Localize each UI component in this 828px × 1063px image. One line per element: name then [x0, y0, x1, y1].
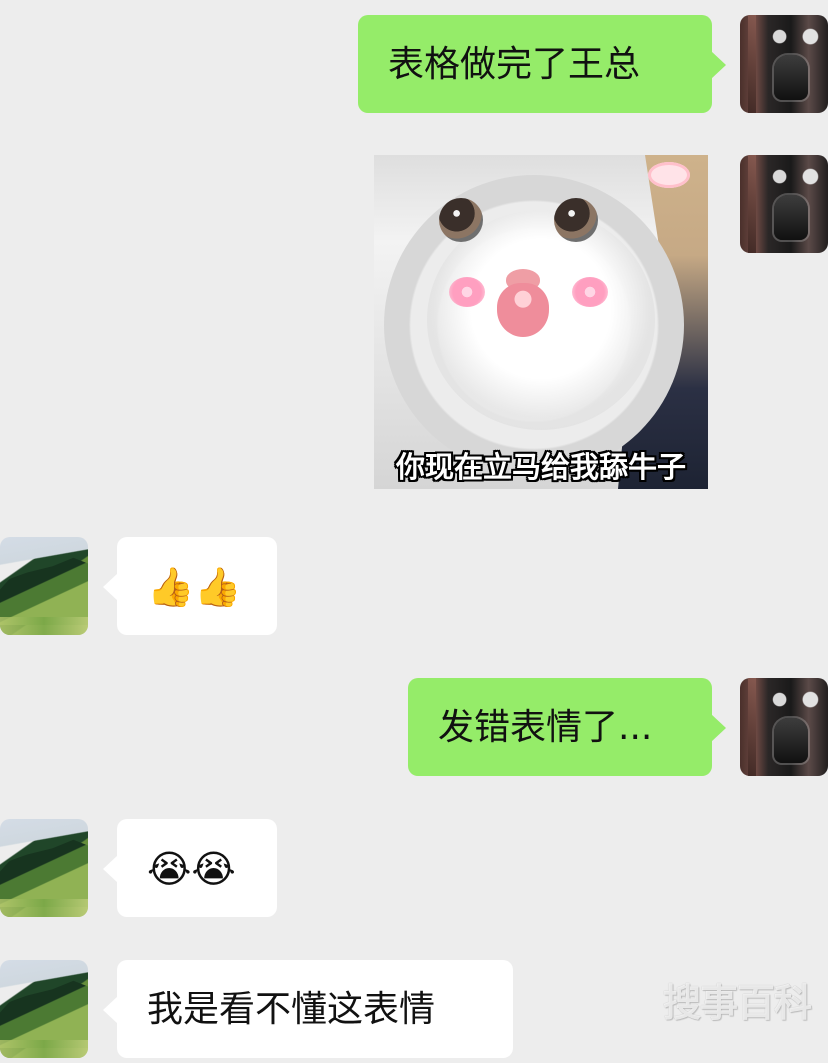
friend-avatar[interactable] — [0, 537, 88, 635]
watermark-logo: 搜事百科 — [663, 981, 812, 1025]
my-avatar[interactable] — [740, 678, 828, 776]
my-avatar[interactable] — [740, 155, 828, 253]
sent-message-bubble[interactable]: 发错表情了... — [408, 678, 726, 776]
friend-avatar[interactable] — [0, 960, 88, 1058]
sent-message-bubble[interactable]: 表格做完了王总 — [358, 15, 726, 113]
bow-icon — [648, 162, 690, 188]
received-emoji-bubble[interactable]: 👍👍 — [103, 537, 277, 635]
cat-tongue — [497, 283, 549, 337]
chat-conversation: 表格做完了王总 你现在立马给我舔牛子 👍👍 发错表情了... 😭😭 我是看不懂这… — [0, 0, 828, 1063]
cat-right-blush — [572, 277, 608, 307]
received-emoji-bubble[interactable]: 😭😭 — [103, 819, 277, 917]
received-message-bubble[interactable]: 我是看不懂这表情 — [103, 960, 513, 1058]
cat-left-eye — [439, 198, 483, 242]
friend-avatar[interactable] — [0, 819, 88, 917]
cat-left-blush — [449, 277, 485, 307]
sticker-caption: 你现在立马给我舔牛子 — [395, 450, 686, 484]
my-avatar[interactable] — [740, 15, 828, 113]
cat-right-eye — [554, 198, 598, 242]
cat-sticker[interactable]: 你现在立马给我舔牛子 — [374, 155, 708, 489]
